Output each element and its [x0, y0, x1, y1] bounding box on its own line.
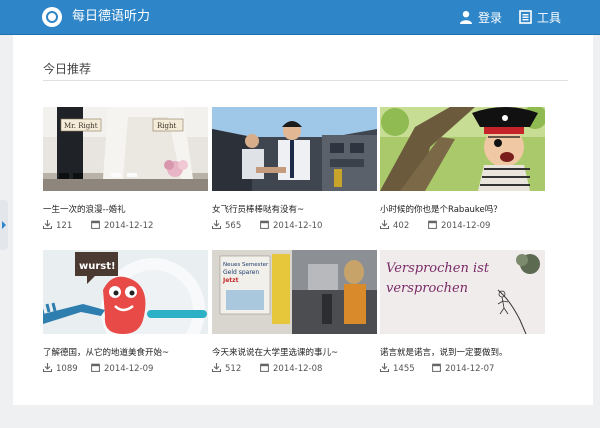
card-meta: 512 2014-12-08 [212, 363, 377, 375]
tools-button[interactable]: 工具 [519, 10, 561, 26]
poster-line-1: Neues Semester [223, 262, 269, 268]
download-count: 402 [380, 220, 409, 231]
card-meta: 565 2014-12-10 [212, 220, 377, 232]
card-wurst[interactable]: wurst! 了解德国，从它的地道美食开始~ 1089 2014-12-09 [43, 250, 208, 395]
publish-date: 2014-12-10 [260, 220, 322, 231]
card-title[interactable]: 小时候的你也是个Rabauke吗？ [380, 203, 545, 215]
login-button[interactable]: 登录 [459, 10, 502, 26]
card-title[interactable]: 一生一次的浪漫--婚礼 [43, 203, 208, 215]
calendar-icon [260, 363, 269, 372]
card-thumbnail[interactable]: Neues Semester Geld sparen Jetzt [212, 250, 377, 334]
card-title[interactable]: 今天来说说在大学里选课的事儿~ [212, 346, 377, 358]
section-title: 今日推荐 [43, 62, 92, 76]
download-icon [212, 363, 221, 372]
download-count: 512 [212, 363, 241, 374]
login-label: 登录 [478, 11, 503, 25]
card-title[interactable]: 女飞行员棒棒哒有没有~ [212, 203, 377, 215]
card-thumbnail[interactable]: Versprochen ist versprochen [380, 250, 545, 334]
app-title[interactable]: 每日德语听力 [72, 9, 150, 25]
card-thumbnail[interactable] [380, 107, 545, 191]
publish-date: 2014-12-09 [91, 363, 153, 374]
user-icon [459, 10, 473, 24]
card-wedding[interactable]: Mr. Right Right 一生一次的浪漫--婚礼 121 2014-12-… [43, 107, 208, 252]
download-count: 1455 [380, 363, 415, 374]
publish-date: 2014-12-12 [91, 220, 153, 231]
tools-icon [519, 10, 532, 24]
poster-line-3: Jetzt [222, 277, 239, 284]
download-count: 1089 [43, 363, 78, 374]
top-bar: 每日德语听力 登录 工具 [0, 0, 600, 35]
download-count: 565 [212, 220, 241, 231]
poster-line-2: Geld sparen [223, 269, 259, 276]
card-thumbnail[interactable]: wurst! [43, 250, 208, 334]
card-university[interactable]: Neues Semester Geld sparen Jetzt 今天来说说在大… [212, 250, 377, 395]
calendar-icon [91, 220, 100, 229]
card-title[interactable]: 了解德国，从它的地道美食开始~ [43, 346, 208, 358]
card-meta: 121 2014-12-12 [43, 220, 208, 232]
main-content: 今日推荐 Mr. Right Right 一生一次的浪漫--婚礼 121 201… [13, 35, 593, 405]
calendar-icon [428, 220, 437, 229]
calendar-icon [432, 363, 441, 372]
card-title[interactable]: 诺言就是诺言，说到一定要做到。 [380, 346, 545, 358]
bubble-text: wurst! [79, 261, 116, 272]
download-count: 121 [43, 220, 72, 231]
download-icon [380, 363, 389, 372]
calendar-icon [260, 220, 269, 229]
slogan-line-2: versprochen [386, 281, 468, 296]
publish-date: 2014-12-08 [260, 363, 322, 374]
card-meta: 1089 2014-12-09 [43, 363, 208, 375]
card-meta: 1455 2014-12-07 [380, 363, 545, 375]
calendar-icon [91, 363, 100, 372]
download-icon [43, 363, 52, 372]
side-panel-toggle[interactable] [0, 200, 8, 250]
sign-right: Right [157, 122, 176, 130]
publish-date: 2014-12-09 [428, 220, 490, 231]
section-divider [43, 80, 568, 81]
card-pilots[interactable]: 女飞行员棒棒哒有没有~ 565 2014-12-10 [212, 107, 377, 252]
tools-label: 工具 [537, 11, 562, 25]
card-thumbnail[interactable] [212, 107, 377, 191]
download-icon [380, 220, 389, 229]
slogan-line-1: Versprochen ist [386, 261, 490, 276]
sign-mr-right: Mr. Right [64, 122, 98, 130]
download-icon [43, 220, 52, 229]
download-icon [212, 220, 221, 229]
card-meta: 402 2014-12-09 [380, 220, 545, 232]
app-logo-icon[interactable] [42, 7, 62, 27]
card-thumbnail[interactable]: Mr. Right Right [43, 107, 208, 191]
card-pirate-kid[interactable]: 小时候的你也是个Rabauke吗？ 402 2014-12-09 [380, 107, 545, 252]
publish-date: 2014-12-07 [432, 363, 494, 374]
card-versprochen[interactable]: Versprochen ist versprochen 诺言就是诺言，说到一定要… [380, 250, 545, 395]
